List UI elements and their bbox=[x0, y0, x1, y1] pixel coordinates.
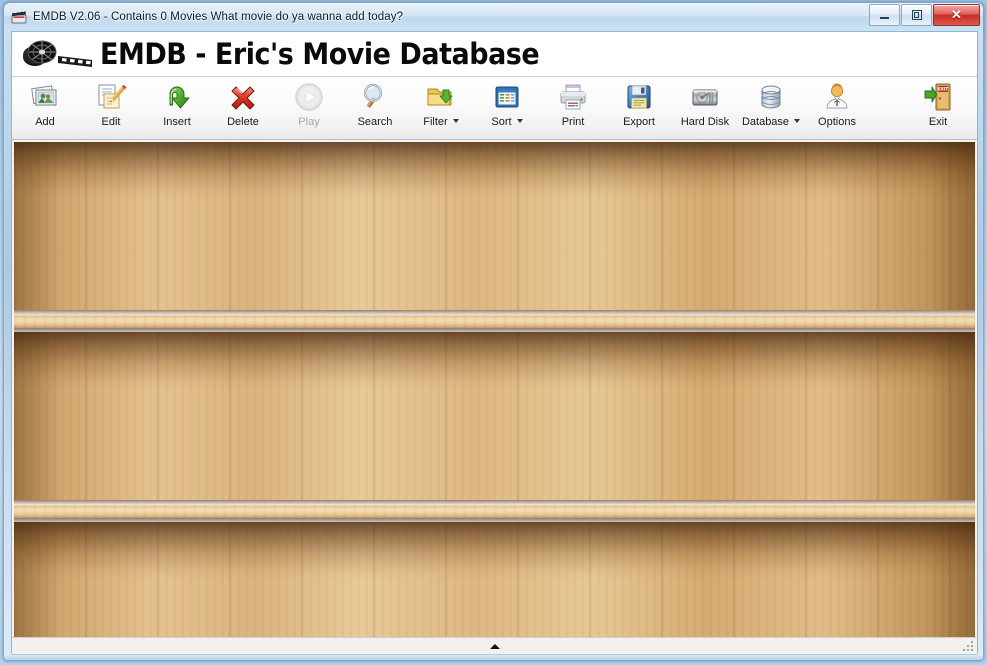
toolbar-button-edit[interactable]: Edit bbox=[78, 77, 144, 137]
film-reel-icon bbox=[18, 36, 96, 72]
toolbar-label: Export bbox=[623, 116, 655, 128]
floppy-disk-icon bbox=[623, 81, 655, 113]
up-triangle-icon[interactable] bbox=[489, 643, 500, 649]
toolbar-label: Play bbox=[298, 116, 320, 128]
toolbar-label: Add bbox=[35, 116, 55, 128]
toolbar-button-print[interactable]: Print bbox=[540, 77, 606, 137]
shelf-board-face bbox=[14, 505, 975, 518]
restore-icon bbox=[911, 10, 922, 20]
bookshelf-area[interactable] bbox=[12, 140, 977, 640]
green-arrow-icon bbox=[161, 81, 193, 113]
photos-icon bbox=[29, 81, 61, 113]
toolbar-button-export[interactable]: Export bbox=[606, 77, 672, 137]
toolbar-label: Database bbox=[741, 116, 801, 128]
document-pencil-icon bbox=[95, 81, 127, 113]
close-button[interactable]: ✕ bbox=[933, 4, 980, 26]
shelf-back-panel bbox=[14, 142, 975, 310]
toolbar-button-options[interactable]: Options bbox=[804, 77, 870, 137]
toolbar-label: Filter bbox=[423, 116, 459, 128]
harddisk-icon bbox=[689, 81, 721, 113]
toolbar-label: Print bbox=[561, 116, 585, 128]
toolbar-button-filter[interactable]: Filter bbox=[408, 77, 474, 137]
shelf-board bbox=[14, 310, 975, 332]
app-banner: EMDB - Eric's Movie Database bbox=[12, 32, 977, 77]
toolbar-label: Search bbox=[357, 116, 393, 128]
shelf-board bbox=[14, 500, 975, 522]
window-frame-bottom bbox=[4, 653, 983, 660]
database-icon bbox=[755, 81, 787, 113]
toolbar-button-delete[interactable]: Delete bbox=[210, 77, 276, 137]
toolbar-label: Edit bbox=[101, 116, 121, 128]
toolbar-button-sort[interactable]: Sort bbox=[474, 77, 540, 137]
toolbar-label: Hard Disk bbox=[680, 116, 730, 128]
minimize-button[interactable] bbox=[869, 4, 900, 26]
toolbar-label: Options bbox=[818, 116, 856, 128]
printer-icon bbox=[557, 81, 589, 113]
main-toolbar: Add Edit Insert Delete Play Search Filte… bbox=[12, 77, 977, 140]
close-icon: ✕ bbox=[951, 7, 962, 22]
chevron-down-icon[interactable] bbox=[516, 119, 523, 123]
restore-button[interactable] bbox=[901, 4, 932, 26]
toolbar-label-text: Sort bbox=[491, 116, 512, 128]
clapperboard-icon bbox=[11, 9, 27, 25]
application-window: EMDB V2.06 - Contains 0 Movies What movi… bbox=[3, 2, 984, 661]
toolbar-button-database[interactable]: Database bbox=[738, 77, 804, 137]
toolbar-label-text: Filter bbox=[423, 116, 448, 128]
toolbar-label: Exit bbox=[928, 116, 948, 128]
table-icon bbox=[491, 81, 523, 113]
folder-arrow-icon bbox=[425, 81, 457, 113]
window-title: EMDB V2.06 - Contains 0 Movies What movi… bbox=[33, 11, 404, 23]
toolbar-button-search[interactable]: Search bbox=[342, 77, 408, 137]
chevron-down-icon[interactable] bbox=[452, 119, 459, 123]
person-icon bbox=[821, 81, 853, 113]
chevron-down-icon[interactable] bbox=[794, 119, 801, 123]
window-controls: ✕ bbox=[868, 4, 980, 26]
toolbar-label-text: Database bbox=[741, 116, 790, 128]
shelf-back-panel bbox=[14, 522, 975, 640]
client-area: EMDB - Eric's Movie Database Add Edit In… bbox=[11, 31, 978, 655]
status-bar bbox=[12, 637, 977, 654]
toolbar-button-insert[interactable]: Insert bbox=[144, 77, 210, 137]
bookshelf-inner bbox=[14, 142, 975, 640]
resize-grip[interactable] bbox=[963, 641, 975, 653]
toolbar-label: Insert bbox=[163, 116, 191, 128]
magnifier-icon bbox=[359, 81, 391, 113]
toolbar-button-add[interactable]: Add bbox=[12, 77, 78, 137]
minimize-icon bbox=[880, 11, 889, 19]
toolbar-button-play[interactable]: Play bbox=[276, 77, 342, 137]
toolbar-label: Delete bbox=[227, 116, 259, 128]
title-bar[interactable]: EMDB V2.06 - Contains 0 Movies What movi… bbox=[4, 3, 983, 31]
shelf-back-panel bbox=[14, 332, 975, 500]
page-title: EMDB - Eric's Movie Database bbox=[100, 37, 540, 71]
shelf-board-face bbox=[14, 315, 975, 328]
red-x-icon bbox=[227, 81, 259, 113]
svg-text:EXIT: EXIT bbox=[938, 87, 949, 92]
play-circle-icon bbox=[293, 81, 325, 113]
exit-door-icon: EXIT bbox=[922, 81, 954, 113]
toolbar-label: Sort bbox=[491, 116, 523, 128]
toolbar-button-exit[interactable]: EXIT Exit bbox=[905, 77, 971, 137]
toolbar-button-harddisk[interactable]: Hard Disk bbox=[672, 77, 738, 137]
